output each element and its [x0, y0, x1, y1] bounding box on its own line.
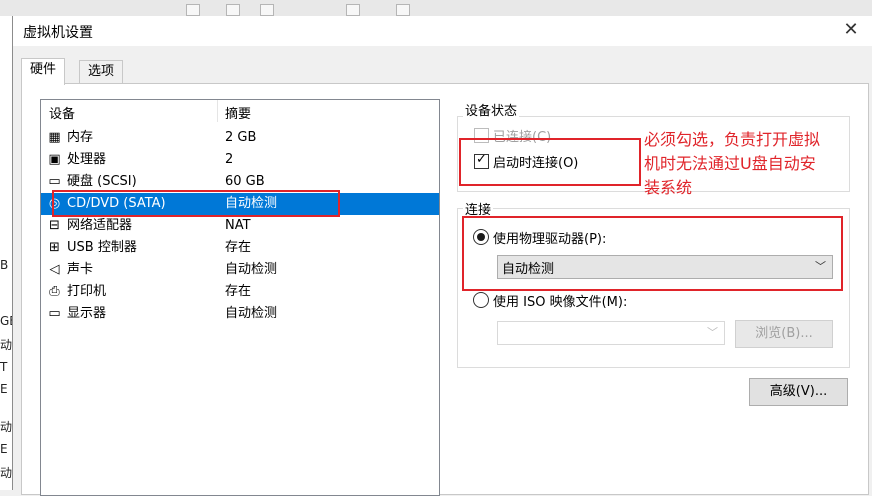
list-header: 设备 摘要 [41, 100, 439, 122]
annotation-note: 必须勾选，负责打开虚拟 机时无法通过U盘自动安 装系统 [644, 128, 869, 200]
device-name: 处理器 [67, 152, 107, 167]
device-list[interactable]: 设备 摘要 ▦ 内存 2 GB ▣ 处理器 2 ▭ 硬盘 (SCSI) 60 G… [40, 99, 440, 496]
advanced-button[interactable]: 高级(V)... [749, 378, 848, 406]
background-toolbar [0, 0, 872, 16]
column-divider[interactable] [217, 100, 218, 122]
device-row-processor[interactable]: ▣ 处理器 2 [41, 149, 439, 171]
device-summary: 2 [225, 152, 234, 167]
tab-options[interactable]: 选项 [79, 60, 124, 83]
device-summary: 自动检测 [225, 262, 278, 277]
device-row-sound-card[interactable]: ◁ 声卡 自动检测 [41, 259, 439, 281]
annotation-line: 装系统 [644, 178, 693, 197]
usb-icon: ⊞ [49, 240, 60, 255]
toolbar-icon [226, 4, 240, 16]
background-text: T [0, 360, 8, 374]
device-row-usb-controller[interactable]: ⊞ USB 控制器 存在 [41, 237, 439, 259]
network-adapter-icon: ⊟ [49, 218, 60, 233]
device-summary: 存在 [225, 240, 252, 255]
device-row-display[interactable]: ▭ 显示器 自动检测 [41, 303, 439, 325]
use-iso-radio[interactable] [473, 292, 489, 308]
background-text: E [0, 382, 8, 396]
close-icon[interactable]: ✕ [839, 18, 863, 42]
dialog-title: 虚拟机设置 [23, 25, 93, 41]
device-name: 声卡 [67, 262, 94, 277]
device-row-memory[interactable]: ▦ 内存 2 GB [41, 127, 439, 149]
annotation-line: 必须勾选，负责打开虚拟 [644, 130, 821, 149]
title-bar[interactable]: 虚拟机设置 ✕ [13, 16, 872, 46]
printer-icon: ⎙ [49, 284, 60, 299]
device-name: 打印机 [67, 284, 107, 299]
toolbar-icon [186, 4, 200, 16]
toolbar-icon [346, 4, 360, 16]
column-header-device[interactable]: 设备 [49, 103, 75, 122]
device-summary: 2 GB [225, 130, 257, 145]
column-header-summary[interactable]: 摘要 [225, 103, 251, 122]
toolbar-icon [396, 4, 410, 16]
device-summary: 存在 [225, 284, 252, 299]
chevron-down-icon: ﹀ [707, 326, 718, 339]
tab-hardware[interactable]: 硬件 [21, 58, 66, 85]
highlight-physical-drive [462, 216, 843, 291]
display-icon: ▭ [48, 306, 61, 321]
device-status-label: 设备状态 [463, 100, 520, 119]
iso-path-combobox[interactable]: ﹀ [497, 321, 725, 345]
device-row-printer[interactable]: ⎙ 打印机 存在 [41, 281, 439, 303]
vm-settings-dialog: 虚拟机设置 ✕ 硬件 选项 设备 摘要 ▦ 内存 2 GB ▣ 处理器 2 ▭ … [12, 16, 872, 496]
device-name: 网络适配器 [67, 218, 133, 233]
processor-icon: ▣ [48, 152, 61, 167]
toolbar-icon [260, 4, 274, 16]
background-text: E [0, 442, 8, 456]
browse-button[interactable]: 浏览(B)... [735, 320, 833, 348]
device-summary: 自动检测 [225, 306, 278, 321]
highlight-connect-at-power-on [459, 138, 641, 186]
device-name: 显示器 [67, 306, 107, 321]
device-name: 内存 [67, 130, 94, 145]
background-text: B [0, 258, 9, 272]
highlight-cd-dvd-row [52, 190, 340, 217]
device-row-network-adapter[interactable]: ⊟ 网络适配器 NAT [41, 215, 439, 237]
hard-disk-icon: ▭ [48, 174, 61, 189]
memory-icon: ▦ [48, 130, 61, 145]
device-name: USB 控制器 [67, 240, 137, 255]
sound-card-icon: ◁ [49, 262, 60, 277]
use-iso-label: 使用 ISO 映像文件(M): [493, 295, 628, 310]
annotation-line: 机时无法通过U盘自动安 [644, 154, 816, 173]
device-summary: NAT [225, 218, 251, 233]
